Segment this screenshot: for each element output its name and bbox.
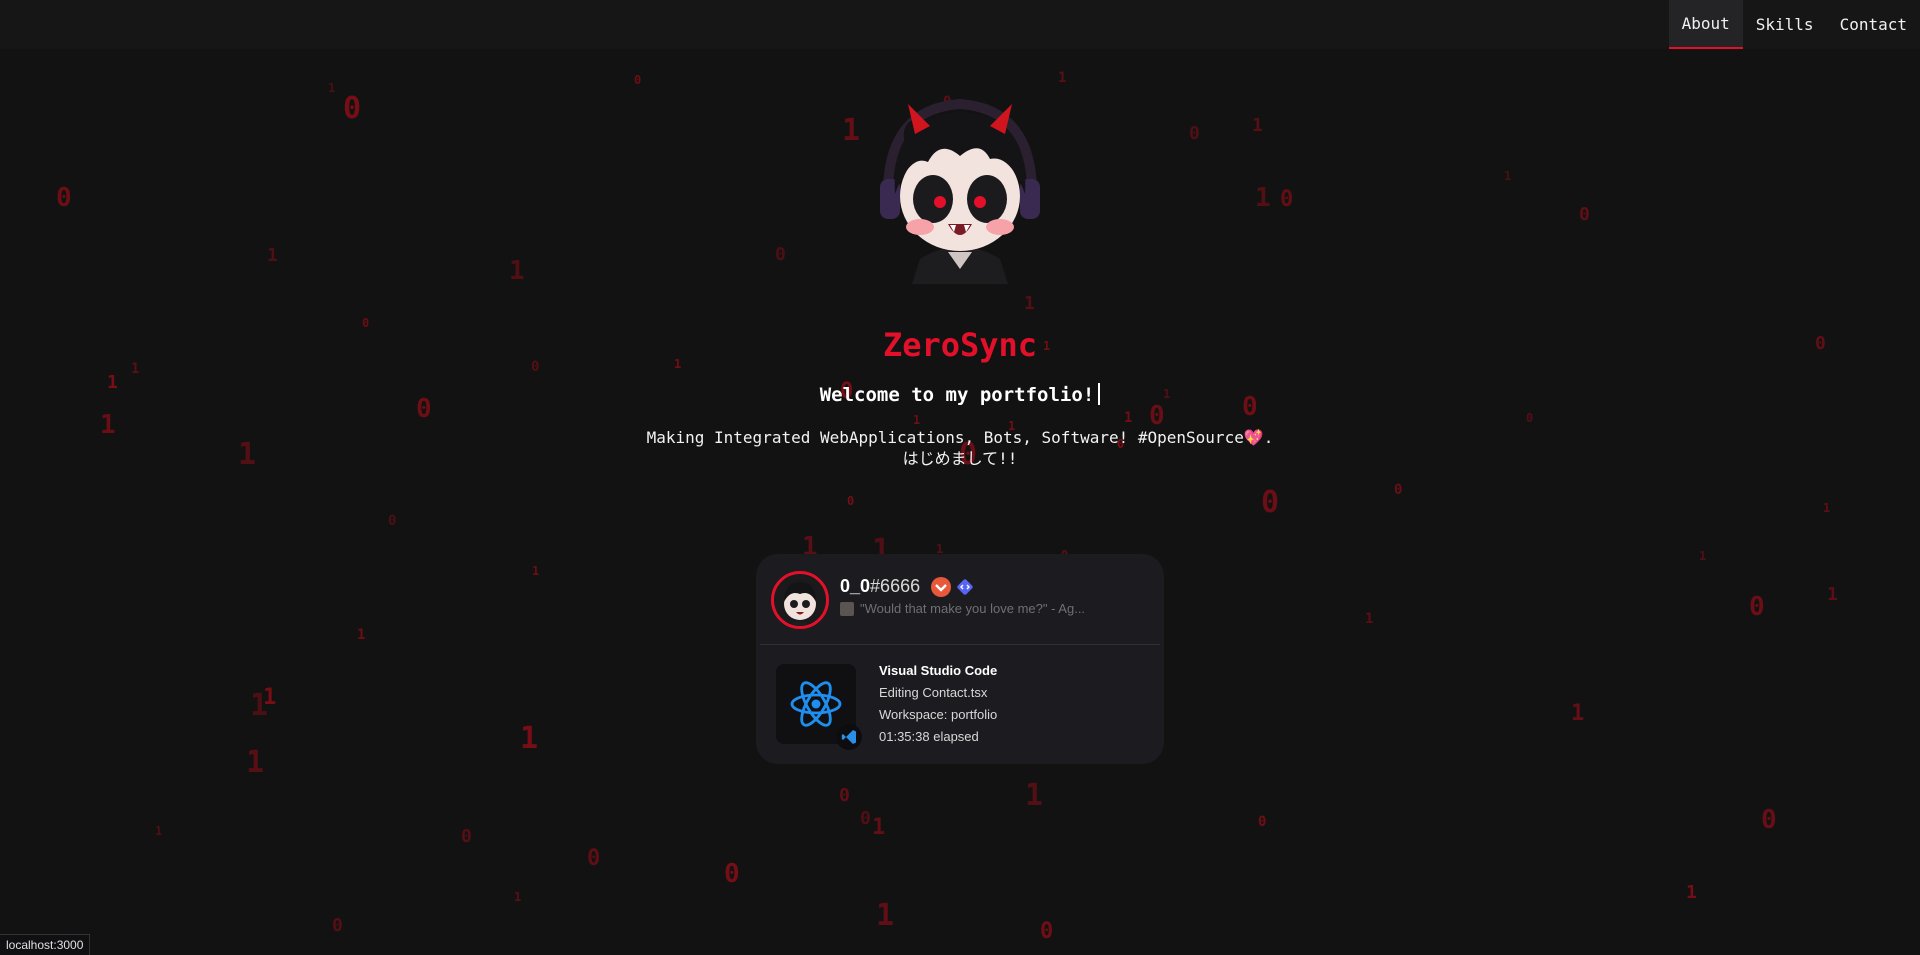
rain-digit: 0 bbox=[1261, 485, 1280, 520]
rain-digit: 0 bbox=[388, 513, 397, 529]
rain-digit: 0 bbox=[1040, 919, 1054, 944]
rain-digit: 1 bbox=[1699, 549, 1707, 563]
activity-state: Workspace: portfolio bbox=[879, 707, 998, 722]
rain-digit: 0 bbox=[724, 859, 740, 889]
rain-digit: 1 bbox=[913, 413, 921, 427]
rain-digit: 1 bbox=[1252, 115, 1263, 136]
welcome-heading: Welcome to my portfolio! bbox=[0, 383, 1920, 406]
discord-presence-card: 0_0#6666 "Would that make you love me?" … bbox=[756, 554, 1164, 764]
rain-digit: 1 bbox=[1504, 169, 1512, 183]
card-divider bbox=[760, 644, 1160, 645]
rain-digit: 0 bbox=[343, 91, 362, 126]
rain-digit: 0 bbox=[1189, 123, 1200, 144]
rain-digit: 1 bbox=[1686, 882, 1697, 903]
rain-digit: 0 bbox=[1258, 814, 1267, 830]
rain-digit: 0 bbox=[1761, 805, 1777, 835]
rain-digit: 1 bbox=[876, 898, 895, 933]
typing-cursor bbox=[1098, 383, 1101, 405]
hypesquad-badge-icon bbox=[931, 577, 951, 597]
rain-digit: 0 bbox=[860, 808, 871, 829]
rain-digit: 1 bbox=[263, 685, 277, 710]
site-title: ZeroSync bbox=[882, 326, 1038, 364]
activity-details: Editing Contact.tsx bbox=[879, 685, 988, 700]
profile-avatar bbox=[870, 84, 1050, 284]
rain-digit: 0 bbox=[1579, 204, 1590, 225]
discriminator-text: #6666 bbox=[870, 576, 921, 596]
rain-digit: 1 bbox=[1823, 501, 1831, 515]
rain-digit: 0 bbox=[587, 846, 601, 871]
rain-digit: 0 bbox=[1149, 401, 1165, 431]
rain-digit: 0 bbox=[56, 183, 72, 213]
rain-digit: 1 bbox=[1124, 410, 1133, 426]
rain-digit: 0 bbox=[775, 244, 786, 265]
rain-digit: 0 bbox=[1526, 411, 1534, 425]
rain-digit: 0 bbox=[461, 826, 472, 847]
rain-digit: 1 bbox=[328, 81, 336, 95]
rain-digit: 1 bbox=[514, 890, 522, 904]
rain-digit: 1 bbox=[1255, 183, 1271, 213]
rain-digit: 0 bbox=[332, 915, 343, 936]
rain-digit: 1 bbox=[872, 815, 886, 840]
intro-line-2: はじめまして!! bbox=[902, 449, 1018, 468]
rain-digit: 0 bbox=[847, 494, 855, 508]
rain-digit: 1 bbox=[1024, 293, 1035, 314]
intro-text: Making Integrated WebApplications, Bots,… bbox=[0, 427, 1920, 469]
rain-digit: 1 bbox=[1025, 778, 1044, 813]
activity-elapsed: 01:35:38 elapsed bbox=[879, 729, 979, 744]
username-text: 0_0 bbox=[840, 576, 871, 596]
rain-digit: 1 bbox=[131, 361, 140, 377]
rain-digit: 1 bbox=[250, 688, 269, 723]
top-navbar: About Skills Contact bbox=[0, 0, 1920, 49]
intro-line-1: Making Integrated WebApplications, Bots,… bbox=[646, 428, 1274, 447]
active-developer-badge-icon bbox=[956, 578, 974, 596]
rain-digit: 1 bbox=[509, 256, 525, 286]
rain-digit: 1 bbox=[842, 113, 861, 148]
vscode-icon bbox=[836, 724, 862, 750]
welcome-text: Welcome to my portfolio! bbox=[819, 384, 1095, 406]
rain-digit: 1 bbox=[1058, 70, 1067, 86]
rain-digit: 1 bbox=[155, 824, 163, 838]
nav-about[interactable]: About bbox=[1668, 0, 1743, 49]
nav-skills[interactable]: Skills bbox=[1743, 0, 1827, 49]
rain-digit: 0 bbox=[839, 785, 850, 806]
rain-digit: 1 bbox=[532, 564, 540, 578]
nav-contact[interactable]: Contact bbox=[1827, 0, 1920, 49]
rain-digit: 1 bbox=[267, 245, 278, 266]
rain-digit: 0 bbox=[1749, 592, 1765, 622]
custom-status: "Would that make you love me?" - Ag... bbox=[840, 601, 1085, 616]
rain-digit: 0 bbox=[634, 73, 642, 87]
rain-digit: 1 bbox=[357, 627, 366, 643]
browser-status-url: localhost:3000 bbox=[0, 934, 91, 955]
discord-username: 0_0#6666 bbox=[840, 576, 920, 597]
rain-digit: 1 bbox=[1827, 584, 1838, 605]
status-text: "Would that make you love me?" - Ag... bbox=[860, 601, 1086, 616]
rain-digit: 1 bbox=[520, 721, 539, 756]
rain-digit: 0 bbox=[1280, 187, 1294, 212]
discord-avatar bbox=[771, 571, 829, 629]
activity-app-name: Visual Studio Code bbox=[879, 663, 998, 678]
status-emoji-icon bbox=[840, 601, 854, 616]
rain-digit: 0 bbox=[1394, 482, 1403, 498]
rain-digit: 1 bbox=[1571, 701, 1585, 726]
rain-digit: 1 bbox=[246, 745, 265, 780]
rain-digit: 1 bbox=[1365, 611, 1374, 627]
